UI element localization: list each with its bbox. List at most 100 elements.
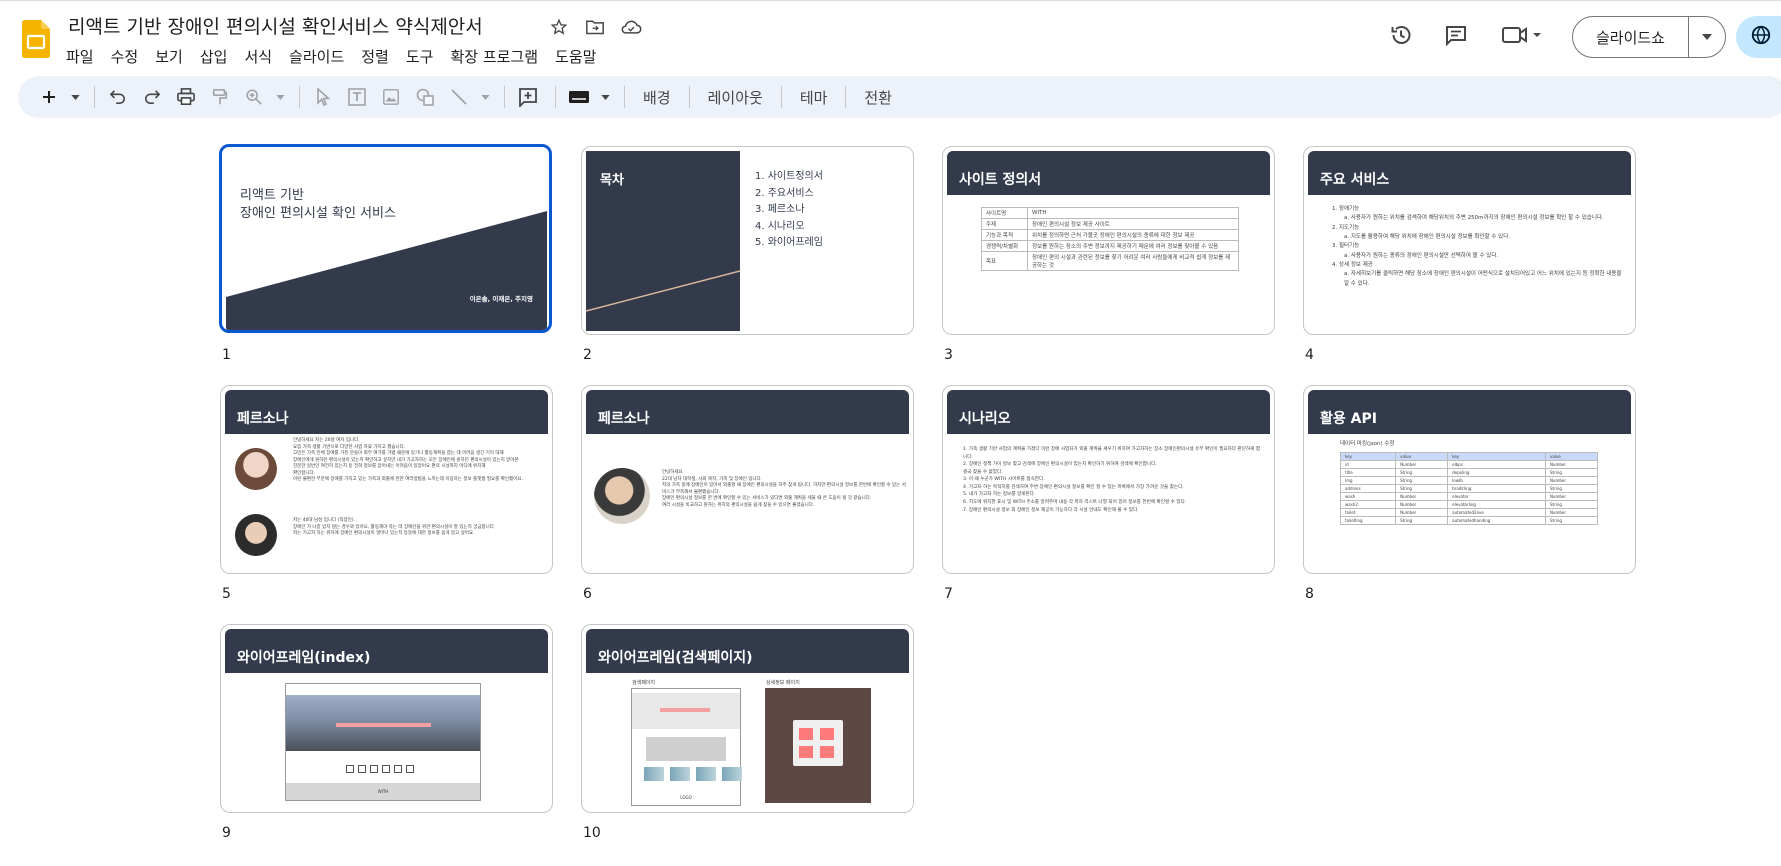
line-icon[interactable] [444, 82, 474, 112]
print-icon[interactable] [171, 82, 201, 112]
table-cell: Number [1395, 508, 1449, 517]
toc-item: 5. 와이어프레임 [755, 237, 823, 248]
text-line: 이런 불편한 부분에 장애를 가지고 있는 가족과 외출에 관한 여러방법을 느… [293, 477, 523, 483]
slideshow-button[interactable]: 슬라이드쇼 [1572, 16, 1726, 58]
menu-help[interactable]: 도움말 [555, 46, 605, 67]
toolbar-divider [94, 86, 95, 108]
list-item: a. 사용자가 원하는 종류의 장애인 편의시설만 선택하여 볼 수 있다. [1344, 252, 1499, 259]
table-cell: wash2 [1339, 500, 1397, 509]
slide-thumbnail-10[interactable]: 와이어프레임(검색페이지) 검색페이지 상세정보 페이지 LOGO [581, 624, 914, 813]
new-slide-dropdown-icon[interactable] [68, 82, 82, 112]
table-cell: value [1544, 452, 1599, 461]
share-button[interactable] [1736, 16, 1781, 58]
menu-format[interactable]: 서식 [244, 46, 281, 67]
version-history-icon[interactable] [1386, 20, 1416, 50]
slide-3-title: 사이트 정의서 [959, 172, 1042, 188]
table-cell: wash [1339, 492, 1397, 501]
menu-file[interactable]: 파일 [66, 46, 103, 67]
slide-thumbnail-9[interactable]: 와이어프레임(index) WITH [220, 624, 553, 813]
api-table: key value key value id Number elbpc Number tit… [1339, 452, 1599, 525]
menu-tools[interactable]: 도구 [406, 46, 443, 67]
menu-slide[interactable]: 슬라이드 [289, 46, 353, 67]
input-tools-dropdown-icon[interactable] [598, 82, 612, 112]
slide-thumbnail-2[interactable]: 목차 1. 사이트정의서 2. 주요서비스 3. 페르소나 4. 시나리오 5.… [581, 146, 914, 335]
cloud-saved-icon[interactable] [620, 16, 642, 38]
transition-button[interactable]: 전환 [854, 87, 902, 108]
table-cell: key [1339, 452, 1397, 461]
toolbar-divider [299, 86, 300, 108]
new-slide-icon[interactable] [34, 82, 64, 112]
theme-button[interactable]: 테마 [790, 87, 838, 108]
table-cell: depoling [1447, 468, 1546, 477]
menu-edit[interactable]: 수정 [111, 46, 148, 67]
table-cell: Number [1544, 460, 1599, 469]
menu-insert[interactable]: 삽입 [200, 46, 237, 67]
table-cell: String [1395, 484, 1449, 493]
slide-1-title-line-1: 리액트 기반 [240, 188, 304, 203]
menu-extensions[interactable]: 확장 프로그램 [450, 46, 547, 67]
slide-thumbnail-7[interactable]: 시나리오 1. 가족 생활 기반 사업의 계획을 가졌다 이런 장애 사업자가 … [942, 385, 1275, 574]
slide-thumbnail-1[interactable]: 리액트 기반 장애인 편의시설 확인 서비스 이은솔, 이재은, 주지영 [219, 144, 552, 333]
zoom-icon[interactable] [239, 82, 269, 112]
add-comment-icon[interactable] [513, 82, 543, 112]
table-cell: toilet [1339, 508, 1397, 517]
select-cursor-icon[interactable] [308, 82, 338, 112]
layout-button[interactable]: 레이아웃 [698, 87, 773, 108]
paint-format-icon[interactable] [205, 82, 235, 112]
slideshow-label[interactable]: 슬라이드쇼 [1573, 17, 1689, 57]
text-line: 저의 가족 중에 장애인이 있어서 외출할 때 장애인 편의시설을 자주 찾게 … [662, 483, 906, 495]
shape-icon[interactable] [410, 82, 440, 112]
top-border [0, 0, 1781, 4]
table-row: 목표 장애인 편의 시설과 관련된 정보를 찾기 어려운 여러 사람들에게 비교적… [981, 251, 1239, 271]
persona-2-avatar [235, 514, 277, 556]
undo-icon[interactable] [103, 82, 133, 112]
slide-thumbnail-5[interactable]: 페르소나 안녕하세요 저는 26살 여자 입니다. 요즘 가족 생활 기반으로 … [220, 385, 553, 574]
table-row: toiletling String automatedhanding String [1339, 516, 1599, 525]
input-tools-icon[interactable] [564, 82, 594, 112]
table-cell: bradlrling [1447, 484, 1546, 493]
slides-logo-icon[interactable] [22, 20, 50, 58]
search-page-footer: LOGO [680, 795, 692, 800]
list-item: 1. 가족 생활 기반 사업의 계획을 가졌다 이런 장애 사업자가 외출 계획… [963, 447, 1261, 460]
list-item: a. 자세히보기를 클릭하면 해당 장소에 장애인 편의시설이 어떤식으로 설치… [1344, 271, 1622, 287]
slide-number-1: 1 [222, 347, 231, 363]
comments-icon[interactable] [1441, 20, 1471, 50]
scenario-list: 1. 가족 생활 기반 사업의 계획을 가졌다 이런 장애 사업자가 외출 계획… [963, 446, 1263, 514]
table-cell: Number [1544, 476, 1599, 485]
table-cell: address [1339, 484, 1397, 493]
table-cell: 장애인 편의시설 정보 제공 사이트 [1027, 218, 1239, 230]
document-title[interactable]: 리액트 기반 장애인 편의시설 확인서비스 약식제안서 [68, 12, 483, 39]
slide-7-title: 시나리오 [959, 411, 1011, 427]
text-box-icon[interactable] [342, 82, 372, 112]
line-dropdown-icon[interactable] [478, 82, 492, 112]
table-cell: String [1395, 516, 1449, 525]
index-wireframe: WITH [285, 683, 481, 801]
table-cell: title [1339, 468, 1397, 477]
meet-camera-icon[interactable] [1500, 20, 1544, 50]
table-row: wash Number elevator Number [1339, 492, 1599, 501]
slide-number-9: 9 [222, 825, 231, 841]
table-row: 기능과 목적 위치를 정의하면 근처 가볼곳 장애인 편의시설의 종류에 대한 정… [981, 229, 1239, 241]
redo-icon[interactable] [137, 82, 167, 112]
slide-thumbnail-6[interactable]: 페르소나 안녕하세요 22대 남자 대학생, 사회 복지, 가족 및 장애인 입… [581, 385, 914, 574]
slide-thumbnail-4[interactable]: 주요 서비스 1. 장애기능 a. 사용자가 원하는 위치를 검색하여 해당위치… [1303, 146, 1636, 335]
search-page-search-bar [660, 708, 710, 712]
slideshow-dropdown-icon[interactable] [1689, 17, 1725, 57]
insert-image-icon[interactable] [376, 82, 406, 112]
menu-view[interactable]: 보기 [155, 46, 192, 67]
table-cell: 주제 [981, 218, 1028, 230]
slide-thumbnail-3[interactable]: 사이트 정의서 사이트명 WITH 주제 장애인 편의시설 정보 제공 사이트 기능… [942, 146, 1275, 335]
table-cell: lowlb [1447, 476, 1546, 485]
table-header-row: key value key value [1339, 452, 1599, 461]
background-button[interactable]: 배경 [633, 87, 681, 108]
globe-icon [1750, 24, 1772, 50]
zoom-dropdown-icon[interactable] [273, 82, 287, 112]
move-to-folder-icon[interactable] [584, 16, 606, 38]
table-cell: 사이트명 [981, 207, 1028, 219]
site-definition-table: 사이트명 WITH 주제 장애인 편의시설 정보 제공 사이트 기능과 목적 위치를 … [981, 207, 1239, 271]
slide-number-5: 5 [222, 586, 231, 602]
search-page-map-area [646, 737, 726, 761]
menu-arrange[interactable]: 정렬 [361, 46, 398, 67]
slide-thumbnail-8[interactable]: 활용 API 데이터 마킹(json) 수정 key value key value … [1303, 385, 1636, 574]
star-icon[interactable] [548, 16, 570, 38]
